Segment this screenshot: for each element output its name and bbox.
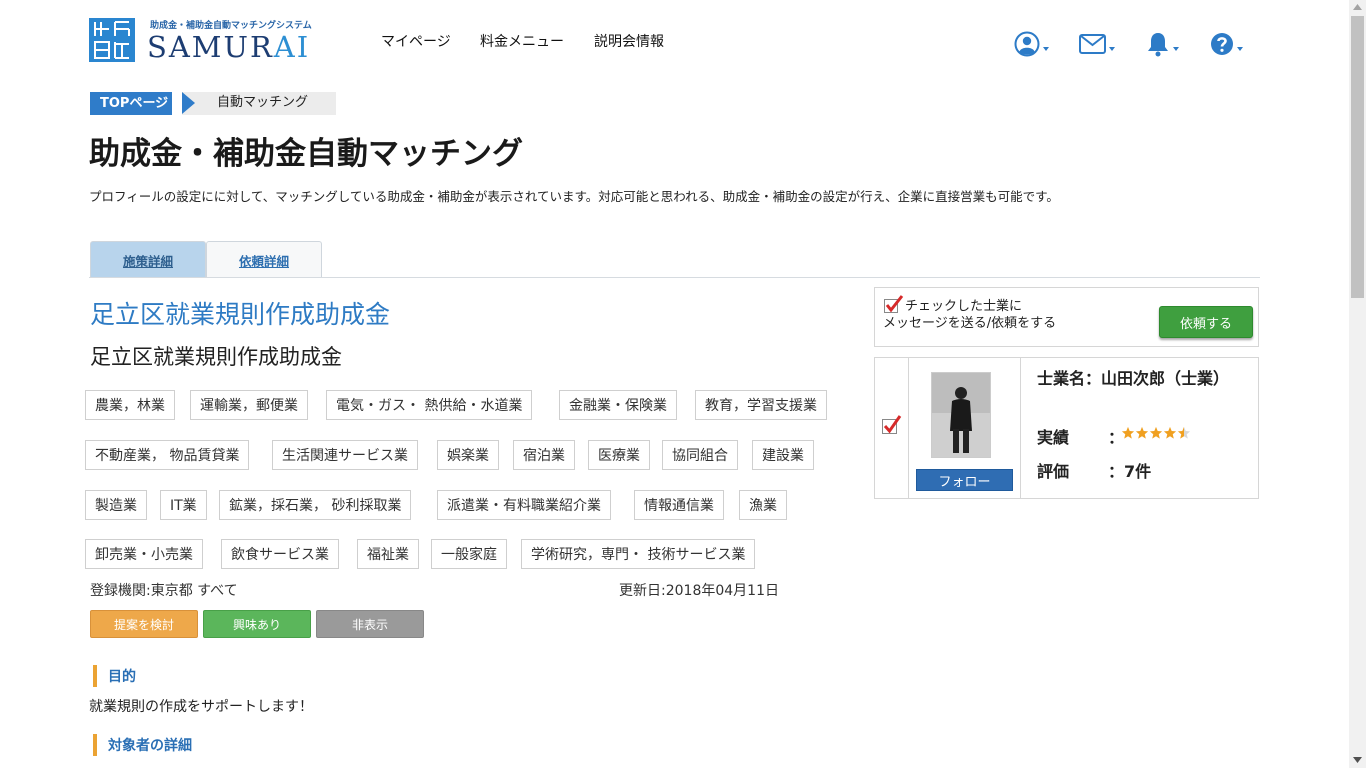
scroll-up-icon[interactable] [1353,4,1362,10]
notification-menu[interactable] [1146,30,1179,58]
chevron-down-icon [1237,47,1243,51]
rating-stars [1121,426,1191,440]
star-icon [1135,426,1149,439]
record-label: 実績 [1037,428,1070,447]
industry-tag: 卸売業・小売業 [85,539,203,569]
help-menu[interactable] [1210,30,1243,58]
star-icon [1121,426,1135,439]
scrollbar-thumb[interactable] [1351,16,1364,298]
avatar-photo [932,373,990,457]
industry-tag: 生活関連サービス業 [272,440,418,470]
breadcrumb-current: 自動マッチング [217,95,309,110]
page-description: プロフィールの設定にに対して、マッチングしている助成金・補助金が表示されています… [89,189,1059,204]
bell-icon [1148,33,1168,57]
nav-pricing[interactable]: 料金メニュー [480,31,564,51]
industry-tag: 鉱業，採石業， 砂利採取業 [219,490,412,520]
expert-checkbox[interactable] [882,414,902,434]
industry-tag: 教育，学習支援業 [695,390,827,420]
industry-tag: 漁業 [739,490,787,520]
industry-tag: 医療業 [588,440,650,470]
card-divider [1020,357,1021,499]
registration-agency: 登録機関:東京都 すべて [90,583,238,599]
industry-tag: 宿泊業 [513,440,575,470]
grant-subtitle: 足立区就業規則作成助成金 [90,345,342,369]
notice-line1: チェックした士業に [905,299,1023,314]
nav-mypage[interactable]: マイページ [381,31,451,51]
industry-tag: 福祉業 [357,539,419,569]
section-target-title: 対象者の詳細 [108,738,192,754]
logo-mark-icon [89,18,135,62]
nav-seminar[interactable]: 説明会情報 [594,31,664,51]
user-menu[interactable] [1014,30,1049,58]
industry-tag: 情報通信業 [634,490,724,520]
tab-divider [89,277,1260,278]
expert-name: 士業名：山田次郎（士業） [1037,369,1230,388]
grant-title-link[interactable]: 足立区就業規則作成助成金 [90,295,390,331]
notice-line2: メッセージを送る/依頼をする [883,316,1057,331]
help-icon [1211,33,1233,55]
industry-tag: 電気・ガス・ 熱供給・水道業 [326,390,533,420]
breadcrumb-home[interactable]: TOPページ [90,92,173,115]
industry-tag: 製造業 [85,490,147,520]
avatar[interactable] [931,372,991,458]
rating-value: ：7件 [1108,462,1152,481]
industry-tag: 運輸業，郵便業 [190,390,308,420]
propose-button[interactable]: 提案を検討 [90,610,198,638]
logo-accent: AI [273,30,311,64]
star-icon [1149,426,1163,439]
breadcrumb-arrow [182,92,195,114]
chevron-down-icon [1109,47,1115,51]
tab-policy-details[interactable]: 施策詳細 [90,241,206,278]
page-title: 助成金・補助金自動マッチング [89,136,523,172]
mail-menu[interactable] [1079,30,1115,58]
section-marker [93,734,97,756]
logo-main: SAMUR [147,30,274,64]
section-purpose-body: 就業規則の作成をサポートします！ [89,699,313,715]
section-marker [93,665,97,687]
request-notice: チェックした士業に メッセージを送る/依頼をする [883,298,1056,332]
updated-date: 更新日:2018年04月11日 [619,583,779,599]
section-purpose-title: 目的 [108,669,136,685]
chevron-down-icon [1173,47,1179,51]
chevron-down-icon [1043,47,1049,51]
industry-tag: 金融業・保険業 [559,390,677,420]
industry-tag: 不動産業， 物品賃貸業 [85,440,250,470]
tab-request-details[interactable]: 依頼詳細 [206,241,322,278]
request-button[interactable]: 依頼する [1159,306,1253,338]
star-icon [1163,426,1177,439]
industry-tag: 協同組合 [662,440,738,470]
user-icon [1014,31,1040,57]
mail-icon [1079,34,1106,54]
industry-tag: 飲食サービス業 [221,539,339,569]
industry-tag: 娯楽業 [437,440,499,470]
industry-tag: 農業，林業 [85,390,175,420]
interested-button[interactable]: 興味あり [203,610,311,638]
hide-button[interactable]: 非表示 [316,610,424,638]
industry-tag: 学術研究，専門・ 技術サービス業 [521,539,756,569]
star-icon [1177,426,1191,439]
samurai-logo[interactable]: 助成金・補助金自動マッチングシステム SAMURAI [89,18,312,64]
logo-wordmark: SAMURAI [147,30,310,64]
follow-button[interactable]: フォロー [916,469,1013,491]
industry-tag: IT業 [160,490,207,520]
card-divider [908,357,909,499]
industry-tag: 派遣業・有料職業紹介業 [437,490,611,520]
industry-tag: 一般家庭 [431,539,507,569]
scroll-down-icon[interactable] [1353,757,1362,763]
industry-tag: 建設業 [752,440,814,470]
rating-label: 評価 [1037,462,1070,481]
